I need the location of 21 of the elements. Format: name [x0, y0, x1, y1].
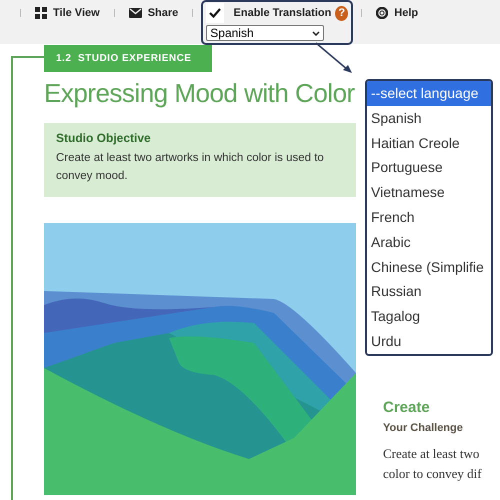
challenge-text: color to convey dif: [383, 465, 482, 483]
language-option[interactable]: --select language: [367, 81, 491, 106]
language-select[interactable]: Spanish: [206, 25, 324, 41]
page-title: Expressing Mood with Color: [44, 78, 356, 109]
envelope-icon: [128, 8, 142, 18]
challenge-text: Create at least two: [383, 445, 480, 463]
checkbox[interactable]: [206, 3, 224, 23]
toolbar-button[interactable]: Help: [368, 5, 426, 21]
create-heading: Create: [383, 399, 431, 416]
chevron-icon: [312, 30, 320, 36]
toolbar-button[interactable]: Tile View: [27, 5, 108, 21]
check-icon: [208, 8, 221, 18]
translation-label: Enable Translation: [234, 7, 332, 19]
section-badge: 1.2 STUDIO EXPERIENCE: [44, 45, 212, 72]
grid-icon: [35, 7, 47, 19]
challenge-heading: Your Challenge: [383, 422, 464, 434]
objective-heading: Studio Objective: [56, 131, 152, 145]
objective-text: Create at least two artworks in which color is used to convey mood.: [56, 151, 325, 184]
toolbar-button[interactable]: Share: [120, 5, 186, 21]
help-badge[interactable]: ?: [335, 6, 348, 20]
lifebuoy-icon: [376, 7, 388, 19]
